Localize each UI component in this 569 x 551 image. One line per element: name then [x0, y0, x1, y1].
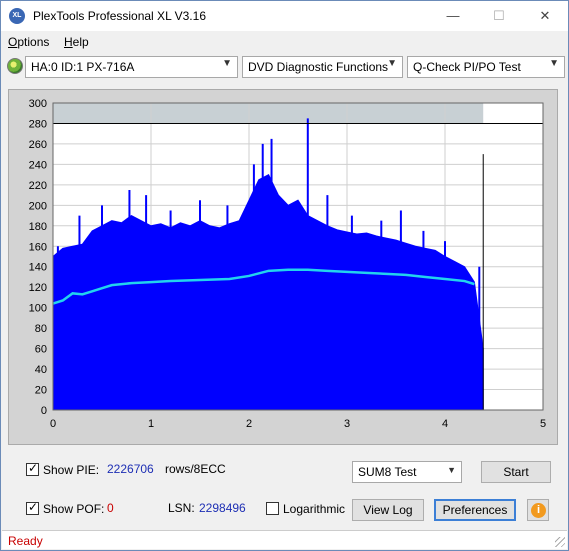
x-tick-label: 0 [50, 418, 56, 430]
status-text: Ready [8, 534, 43, 548]
x-tick-label: 5 [540, 418, 546, 430]
close-button[interactable]: ✕ [522, 1, 568, 31]
y-tick-label: 240 [29, 159, 47, 171]
resize-grip-icon[interactable] [555, 537, 565, 547]
y-tick-label: 220 [29, 180, 47, 192]
pi-po-chart: 0204060801001201401601802002202402602803… [29, 98, 546, 430]
y-tick-label: 160 [29, 241, 47, 253]
lsn-label: LSN: [168, 501, 195, 515]
pof-value: 0 [107, 501, 114, 515]
y-tick-label: 100 [29, 303, 47, 315]
x-tick-label: 3 [344, 418, 350, 430]
show-pie-label: Show PIE: [43, 463, 100, 477]
y-tick-label: 280 [29, 118, 47, 130]
app-window: XL PlexTools Professional XL V3.16 — ☐ ✕… [0, 0, 569, 551]
pie-unit: rows/8ECC [165, 462, 226, 476]
y-tick-label: 40 [35, 364, 47, 376]
menu-options[interactable]: Options [8, 35, 49, 49]
show-pof-checkbox[interactable] [26, 500, 39, 515]
x-tick-label: 2 [246, 418, 252, 430]
y-tick-label: 260 [29, 139, 47, 151]
chevron-down-icon: ▼ [549, 58, 559, 69]
window-title: PlexTools Professional XL V3.16 [33, 9, 206, 23]
info-icon: i [531, 503, 546, 518]
function-select[interactable]: DVD Diagnostic Functions ▼ [242, 56, 403, 78]
x-tick-label: 4 [442, 418, 448, 430]
show-pie-checkbox[interactable] [26, 461, 39, 476]
title-bar: XL PlexTools Professional XL V3.16 — ☐ ✕ [1, 1, 568, 31]
x-tick-label: 1 [148, 418, 154, 430]
logarithmic-label: Logarithmic [283, 502, 346, 516]
controls-panel: Show PIE: 2226706 rows/8ECC SUM8 Test▼ S… [8, 449, 558, 527]
start-button[interactable]: Start [481, 461, 551, 483]
drive-select[interactable]: HA:0 ID:1 PX-716A ▼ [25, 56, 238, 78]
test-select[interactable]: Q-Check PI/PO Test ▼ [407, 56, 565, 78]
plot-shade [53, 103, 484, 124]
chevron-down-icon: ▼ [387, 58, 397, 69]
y-tick-label: 0 [41, 405, 47, 417]
pie-value: 2226706 [107, 462, 154, 476]
lsn-value: 2298496 [199, 501, 246, 515]
y-tick-label: 180 [29, 221, 47, 233]
y-tick-label: 200 [29, 200, 47, 212]
minimize-button[interactable]: — [430, 1, 476, 31]
view-log-button[interactable]: View Log [352, 499, 424, 521]
chart-frame: 0 20 40 60 80 100 120 140 160 180 200 220 240 260 280 3… [8, 89, 558, 445]
toolbar: HA:0 ID:1 PX-716A ▼ DVD Diagnostic Functi… [1, 53, 568, 81]
y-tick-label: 300 [29, 98, 47, 110]
show-pof-label: Show POF: [43, 502, 105, 516]
chevron-down-icon: ▼ [447, 465, 456, 475]
y-tick-label: 120 [29, 282, 47, 294]
y-tick-label: 140 [29, 262, 47, 274]
maximize-button[interactable]: ☐ [476, 1, 522, 31]
y-tick-label: 80 [35, 323, 47, 335]
logarithmic-checkbox[interactable] [266, 502, 279, 515]
info-button[interactable]: i [527, 499, 549, 521]
disc-icon [7, 58, 23, 74]
menu-help[interactable]: Help [64, 35, 89, 49]
chevron-down-icon: ▼ [222, 58, 232, 69]
status-bar: Ready [2, 530, 567, 549]
preferences-button[interactable]: Preferences [434, 499, 516, 521]
app-logo-icon: XL [9, 8, 25, 24]
y-tick-label: 60 [35, 344, 47, 356]
sum8-test-select[interactable]: SUM8 Test ▼ [352, 461, 462, 483]
menu-bar: Options Help [1, 32, 568, 52]
y-tick-label: 20 [35, 385, 47, 397]
